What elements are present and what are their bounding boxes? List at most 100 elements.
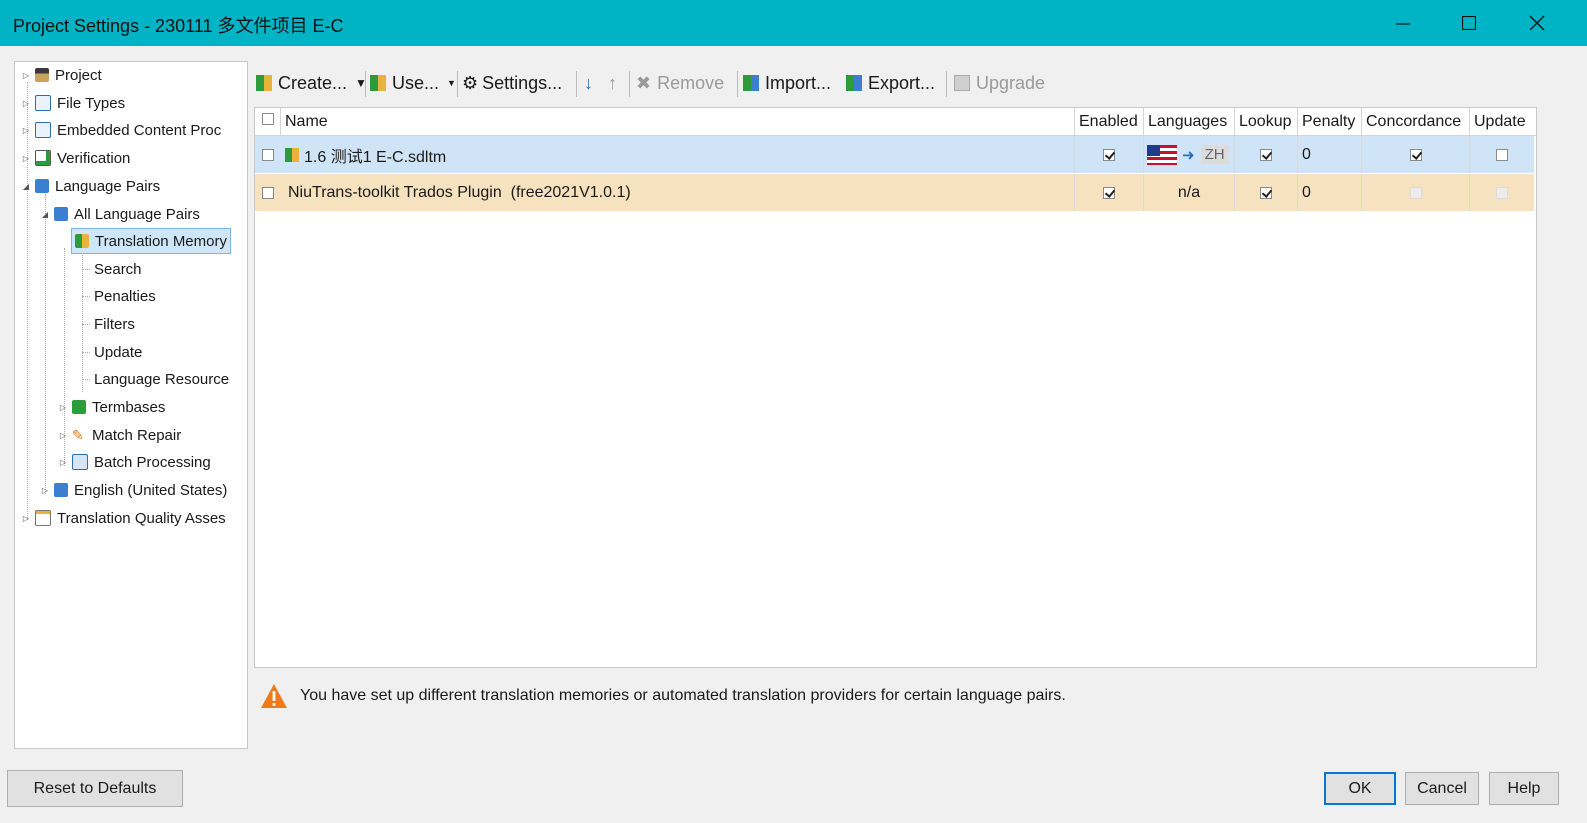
penalty-value: 0 bbox=[1302, 183, 1311, 201]
row-select-checkbox[interactable] bbox=[262, 186, 274, 199]
lookup-checkbox[interactable] bbox=[1260, 186, 1272, 199]
collapse-arrow-icon[interactable]: ◢ bbox=[40, 210, 50, 219]
update-cell bbox=[1470, 174, 1534, 211]
penalty-cell[interactable]: 0 bbox=[1298, 174, 1362, 211]
expand-arrow-icon[interactable]: ▷ bbox=[58, 458, 68, 467]
tree-item-label: Search bbox=[94, 260, 142, 278]
column-header-concordance[interactable]: Concordance bbox=[1362, 108, 1470, 135]
tree-item-label: Verification bbox=[57, 149, 131, 167]
table-row[interactable]: 1.6 测试1 E-C.sdltm ➜ ZH 0 bbox=[255, 136, 1534, 173]
tree-guide bbox=[45, 194, 46, 494]
column-header-penalty[interactable]: Penalty bbox=[1298, 108, 1362, 135]
tree-item-update[interactable]: Update bbox=[94, 340, 142, 364]
penalty-cell[interactable]: 0 bbox=[1298, 136, 1362, 173]
remove-label: Remove bbox=[657, 72, 725, 93]
lookup-checkbox[interactable] bbox=[1260, 148, 1272, 161]
remove-x-icon: ✖ bbox=[636, 72, 652, 93]
column-header-name[interactable]: Name bbox=[281, 108, 1075, 135]
minimize-button[interactable] bbox=[1370, 0, 1436, 46]
update-cell bbox=[1470, 136, 1534, 173]
grid-header: Name Enabled Languages Lookup Penalty Co… bbox=[255, 108, 1536, 136]
expand-arrow-icon[interactable]: ▷ bbox=[58, 431, 68, 440]
tree-item-label: Language Pairs bbox=[55, 177, 161, 195]
row-select-cell bbox=[255, 136, 281, 173]
cancel-button[interactable]: Cancel bbox=[1405, 772, 1479, 805]
tree-item-project[interactable]: ▷ Project bbox=[21, 63, 102, 87]
tree-item-all-language-pairs[interactable]: ◢ All Language Pairs bbox=[40, 202, 200, 226]
tree-item-language-resource[interactable]: Language Resource bbox=[94, 367, 229, 391]
collapse-arrow-icon[interactable]: ◢ bbox=[21, 182, 31, 191]
upgrade-button[interactable]: Upgrade bbox=[954, 68, 1045, 98]
column-header-languages[interactable]: Languages bbox=[1144, 108, 1235, 135]
tree-item-translation-quality[interactable]: ▷ Translation Quality Asses bbox=[21, 506, 226, 530]
tree-item-english-us[interactable]: ▷ English (United States) bbox=[40, 478, 227, 502]
wrench-icon: ✎ bbox=[72, 427, 84, 443]
tree-guide bbox=[82, 296, 90, 297]
row-select-cell bbox=[255, 174, 281, 211]
help-button[interactable]: Help bbox=[1489, 772, 1559, 805]
tree-guide bbox=[82, 324, 90, 325]
tree-item-termbases[interactable]: ▷ Termbases bbox=[58, 395, 165, 419]
ok-button[interactable]: OK bbox=[1324, 772, 1396, 805]
expand-arrow-icon[interactable]: ▷ bbox=[21, 126, 31, 135]
arrow-down-icon: ↓ bbox=[584, 72, 593, 93]
tree-item-label: File Types bbox=[57, 94, 126, 112]
tree-item-filters[interactable]: Filters bbox=[94, 312, 135, 336]
tree-item-file-types[interactable]: ▷ File Types bbox=[21, 91, 125, 115]
languages-cell: n/a bbox=[1144, 174, 1235, 211]
toolbar-separator bbox=[629, 71, 630, 97]
column-header-enabled[interactable]: Enabled bbox=[1075, 108, 1144, 135]
tree-item-embedded-content[interactable]: ▷ Embedded Content Proc bbox=[21, 118, 221, 142]
update-checkbox[interactable] bbox=[1496, 148, 1508, 161]
expand-arrow-icon[interactable]: ▷ bbox=[58, 403, 68, 412]
dropdown-arrow-icon[interactable]: ▼ bbox=[447, 78, 456, 88]
maximize-icon bbox=[1462, 16, 1476, 30]
concordance-checkbox bbox=[1409, 186, 1422, 199]
quality-icon bbox=[35, 510, 51, 526]
close-button[interactable] bbox=[1504, 0, 1570, 46]
languages-value: n/a bbox=[1177, 183, 1201, 201]
arrow-right-icon: ➜ bbox=[1182, 146, 1195, 164]
concordance-cell bbox=[1362, 174, 1470, 211]
embedded-content-icon bbox=[35, 122, 51, 138]
settings-button[interactable]: ⚙ Settings... bbox=[462, 68, 562, 98]
enabled-checkbox[interactable] bbox=[1103, 148, 1115, 161]
import-button[interactable]: Import... bbox=[743, 68, 831, 98]
expand-arrow-icon[interactable]: ▷ bbox=[21, 99, 31, 108]
row-select-checkbox[interactable] bbox=[262, 148, 274, 161]
enabled-cell bbox=[1075, 136, 1144, 173]
table-row[interactable]: NiuTrans-toolkit Trados Plugin (free2021… bbox=[255, 174, 1534, 211]
column-header-update[interactable]: Update bbox=[1470, 108, 1534, 135]
reset-defaults-button[interactable]: Reset to Defaults bbox=[7, 770, 183, 807]
enabled-checkbox[interactable] bbox=[1103, 186, 1115, 199]
tree-item-translation-memory[interactable]: Translation Memory bbox=[71, 228, 231, 254]
maximize-button[interactable] bbox=[1436, 0, 1502, 46]
tree-guide bbox=[82, 252, 83, 392]
concordance-cell bbox=[1362, 136, 1470, 173]
tree-item-language-pairs[interactable]: ◢ Language Pairs bbox=[21, 174, 160, 198]
tree-item-verification[interactable]: ▷ Verification bbox=[21, 146, 130, 170]
arrow-up-icon: ↑ bbox=[608, 72, 617, 93]
use-button[interactable]: Use... ▼ bbox=[370, 68, 456, 98]
column-header-lookup[interactable]: Lookup bbox=[1235, 108, 1298, 135]
tree-item-search[interactable]: Search bbox=[94, 257, 142, 281]
batch-icon bbox=[72, 454, 88, 470]
tree-item-batch-processing[interactable]: ▷ Batch Processing bbox=[58, 450, 211, 474]
concordance-checkbox[interactable] bbox=[1409, 148, 1422, 161]
translation-memory-icon bbox=[75, 234, 89, 248]
expand-arrow-icon[interactable]: ▷ bbox=[21, 154, 31, 163]
expand-arrow-icon[interactable]: ▷ bbox=[21, 514, 31, 523]
tree-item-match-repair[interactable]: ▷ ✎ Match Repair bbox=[58, 423, 181, 447]
create-button[interactable]: Create... ▼ bbox=[256, 68, 367, 98]
move-up-button[interactable]: ↑ bbox=[608, 68, 617, 98]
tree-item-label: All Language Pairs bbox=[74, 205, 200, 223]
export-button[interactable]: Export... bbox=[846, 68, 935, 98]
tree-item-penalties[interactable]: Penalties bbox=[94, 284, 156, 308]
tree-item-label: Translation Quality Asses bbox=[57, 509, 226, 527]
move-down-button[interactable]: ↓ bbox=[584, 68, 593, 98]
tree-item-label: Project bbox=[55, 66, 102, 84]
select-all-checkbox[interactable] bbox=[261, 113, 274, 125]
remove-button[interactable]: ✖ Remove bbox=[636, 68, 724, 98]
expand-arrow-icon[interactable]: ▷ bbox=[21, 71, 31, 80]
expand-arrow-icon[interactable]: ▷ bbox=[40, 486, 50, 495]
